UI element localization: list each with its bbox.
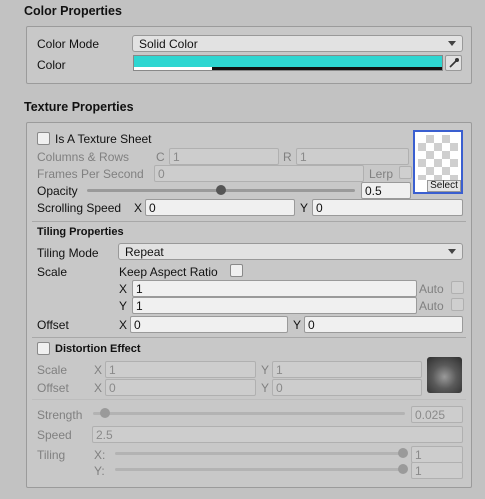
tiling-offset-y-label: Y	[293, 318, 302, 332]
tiling-x-field[interactable]: 1	[411, 446, 463, 463]
distortion-scale-x-label: X	[94, 363, 103, 377]
lerp-label: Lerp	[369, 167, 394, 181]
is-texture-sheet-label: Is A Texture Sheet	[55, 132, 152, 146]
scroll-y-field[interactable]: 0	[312, 199, 463, 216]
opacity-label: Opacity	[37, 184, 78, 198]
strength-slider-thumb[interactable]	[100, 408, 110, 418]
keep-aspect-label: Keep Aspect Ratio	[119, 265, 218, 279]
color-mode-label: Color Mode	[37, 37, 100, 51]
chevron-down-icon	[448, 249, 456, 254]
scale-y-auto-label: Auto	[419, 299, 444, 313]
texture-preview[interactable]: Select	[413, 130, 463, 194]
tiling-mode-value: Repeat	[125, 245, 164, 259]
tiling-y-field[interactable]: 1	[411, 462, 463, 479]
columns-rows-label: Columns & Rows	[37, 150, 130, 164]
scrolling-speed-label: Scrolling Speed	[37, 201, 122, 215]
tiling-x-slider-track[interactable]	[115, 452, 406, 455]
tiling-offset-x-field[interactable]: 0	[130, 316, 288, 333]
distortion-scale-y-label: Y	[261, 363, 270, 377]
color-properties-header: Color Properties	[24, 4, 122, 18]
distortion-noise-texture[interactable]	[427, 357, 462, 393]
checkerboard-image	[418, 135, 458, 180]
divider	[32, 399, 466, 400]
fps-label: Frames Per Second	[37, 167, 144, 181]
distortion-header: Distortion Effect	[55, 343, 141, 355]
eyedropper-icon	[449, 58, 459, 68]
tiling-x-slider-thumb[interactable]	[398, 448, 408, 458]
strength-field[interactable]: 0.025	[411, 406, 463, 423]
distortion-offset-x-label: X	[94, 381, 103, 395]
tiling-scale-y-label: Y	[119, 299, 128, 313]
distortion-tiling-x-label: X:	[94, 448, 106, 462]
columns-field[interactable]: 1	[169, 148, 279, 165]
lerp-checkbox[interactable]	[399, 166, 412, 179]
rows-field[interactable]: 1	[296, 148, 409, 165]
scroll-y-label: Y	[300, 201, 309, 215]
distortion-scale-y-field[interactable]: 1	[272, 361, 422, 378]
distortion-offset-y-field[interactable]: 0	[272, 379, 422, 396]
chevron-down-icon	[448, 41, 456, 46]
tiling-mode-label: Tiling Mode	[37, 246, 99, 260]
distortion-tiling-label: Tiling	[37, 448, 66, 462]
tiling-y-slider-track[interactable]	[115, 468, 406, 471]
tiling-scale-x-field[interactable]: 1	[132, 280, 417, 297]
strength-slider-track[interactable]	[93, 412, 405, 415]
tiling-properties-header: Tiling Properties	[37, 226, 124, 238]
scroll-x-label: X	[134, 201, 143, 215]
scale-y-auto-checkbox[interactable]	[451, 298, 464, 311]
color-mode-value: Solid Color	[139, 37, 198, 51]
color-alpha-bar-white	[134, 67, 212, 70]
speed-field[interactable]: 2.5	[92, 426, 463, 443]
distortion-scale-label: Scale	[37, 363, 68, 377]
tiling-y-slider-thumb[interactable]	[398, 464, 408, 474]
scroll-x-field[interactable]: 0	[145, 199, 295, 216]
divider	[32, 221, 466, 222]
color-label: Color	[37, 58, 66, 72]
texture-properties-header: Texture Properties	[24, 100, 134, 114]
speed-label: Speed	[37, 428, 72, 442]
distortion-tiling-y-label: Y:	[94, 464, 105, 478]
distortion-offset-x-field[interactable]: 0	[105, 379, 256, 396]
divider	[32, 337, 466, 338]
color-mode-dropdown[interactable]: Solid Color	[132, 35, 463, 52]
columns-c-label: C	[156, 150, 165, 164]
strength-label: Strength	[37, 408, 83, 422]
tiling-offset-label: Offset	[37, 318, 69, 332]
tiling-offset-y-field[interactable]: 0	[304, 316, 463, 333]
keep-aspect-checkbox[interactable]	[230, 264, 243, 277]
scale-x-auto-label: Auto	[419, 282, 444, 296]
rows-r-label: R	[283, 150, 292, 164]
eyedropper-button[interactable]	[445, 55, 462, 71]
distortion-scale-x-field[interactable]: 1	[105, 361, 256, 378]
distortion-offset-label: Offset	[37, 381, 69, 395]
opacity-field[interactable]: 0.5	[361, 182, 411, 199]
tiling-scale-label: Scale	[37, 265, 68, 279]
opacity-slider-thumb[interactable]	[216, 185, 226, 195]
select-button[interactable]: Select	[427, 180, 461, 192]
color-swatch[interactable]	[133, 55, 443, 71]
tiling-scale-x-label: X	[119, 282, 128, 296]
is-texture-sheet-checkbox[interactable]	[37, 132, 50, 145]
tiling-offset-x-label: X	[119, 318, 128, 332]
tiling-mode-dropdown[interactable]: Repeat	[118, 243, 463, 260]
tiling-scale-y-field[interactable]: 1	[132, 297, 417, 314]
distortion-checkbox[interactable]	[37, 342, 50, 355]
scale-x-auto-checkbox[interactable]	[451, 281, 464, 294]
fps-field[interactable]: 0	[154, 165, 364, 182]
distortion-offset-y-label: Y	[261, 381, 270, 395]
